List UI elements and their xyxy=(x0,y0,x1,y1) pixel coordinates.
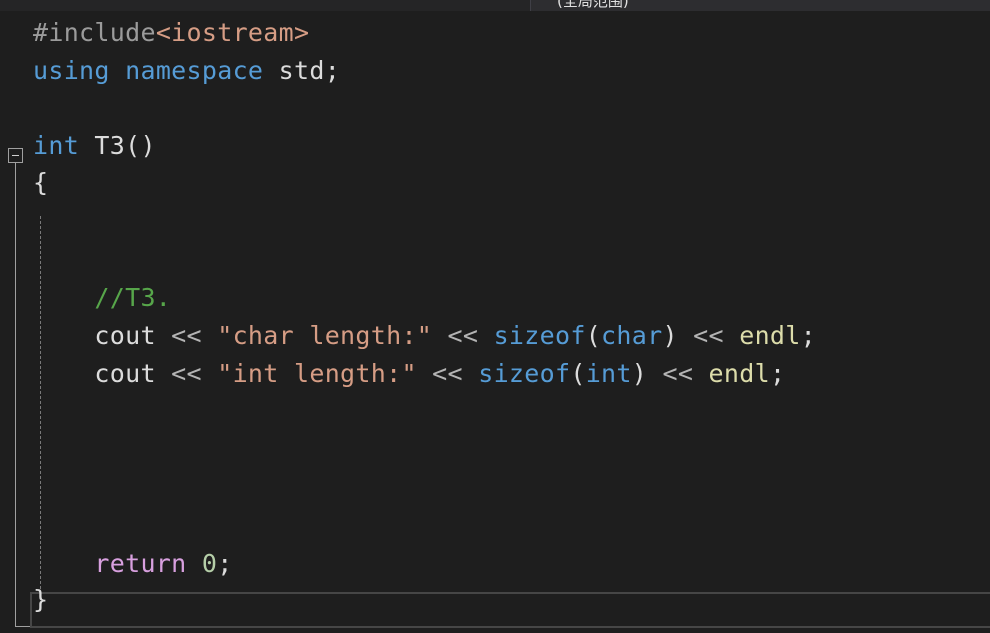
scope-dropdown[interactable]: (全局范围) xyxy=(530,0,990,11)
fold-outline xyxy=(15,163,16,627)
stream-operator: << xyxy=(171,321,202,350)
fold-outline-end xyxy=(15,626,30,627)
namespace-std: std; xyxy=(263,56,341,85)
include-header: <iostream> xyxy=(155,18,310,47)
endl: endl xyxy=(739,321,801,350)
semicolon: ; xyxy=(769,359,786,388)
semicolon: ; xyxy=(800,321,816,350)
comment: //T3. xyxy=(94,283,172,312)
code-line-17: } xyxy=(33,581,48,619)
semicolon: ; xyxy=(217,549,233,578)
string-literal: "int length:" xyxy=(217,359,417,388)
return-value: 0 xyxy=(201,549,218,578)
type-keyword: int xyxy=(585,359,632,388)
string-literal: "char length:" xyxy=(217,321,433,350)
code-editor[interactable]: #include<iostream> using namespace std; … xyxy=(0,11,990,633)
function-parens: () xyxy=(125,131,156,160)
paren-open: ( xyxy=(570,359,586,388)
cout: cout xyxy=(94,321,156,350)
stream-operator: << xyxy=(693,321,724,350)
code-line-9: //T3. xyxy=(33,279,171,317)
code-line-2: using namespace std; xyxy=(33,52,340,90)
return-type: int xyxy=(33,131,80,160)
paren-open: ( xyxy=(585,321,602,350)
preprocessor-directive: #include xyxy=(33,18,156,47)
keyword-using: using xyxy=(33,56,110,85)
collapse-toggle-icon[interactable] xyxy=(8,148,23,163)
scope-label: (全局范围) xyxy=(557,0,629,10)
keyword-namespace: namespace xyxy=(125,56,264,85)
type-keyword: char xyxy=(601,321,663,350)
open-brace: { xyxy=(33,168,49,197)
indent-guide xyxy=(40,216,41,594)
stream-operator: << xyxy=(432,359,463,388)
return-keyword: return xyxy=(94,549,187,578)
code-line-4: int T3() xyxy=(33,127,156,165)
paren-close: ) xyxy=(631,359,648,388)
stream-operator: << xyxy=(662,359,694,388)
code-line-10: cout << "char length:" << sizeof(char) <… xyxy=(33,317,816,355)
sizeof-keyword: sizeof xyxy=(493,321,586,350)
paren-close: ) xyxy=(662,321,678,350)
function-name: T3 xyxy=(94,131,126,160)
stream-operator: << xyxy=(447,321,479,350)
close-brace: } xyxy=(33,585,49,614)
sizeof-keyword: sizeof xyxy=(478,359,571,388)
code-line-16: return 0; xyxy=(33,545,233,583)
cout: cout xyxy=(94,359,156,388)
code-line-5: { xyxy=(33,164,48,202)
code-line-1: #include<iostream> xyxy=(33,14,309,52)
current-line-highlight xyxy=(30,592,990,628)
endl: endl xyxy=(708,359,770,388)
stream-operator: << xyxy=(171,359,202,388)
code-line-11: cout << "int length:" << sizeof(int) << … xyxy=(33,355,785,393)
